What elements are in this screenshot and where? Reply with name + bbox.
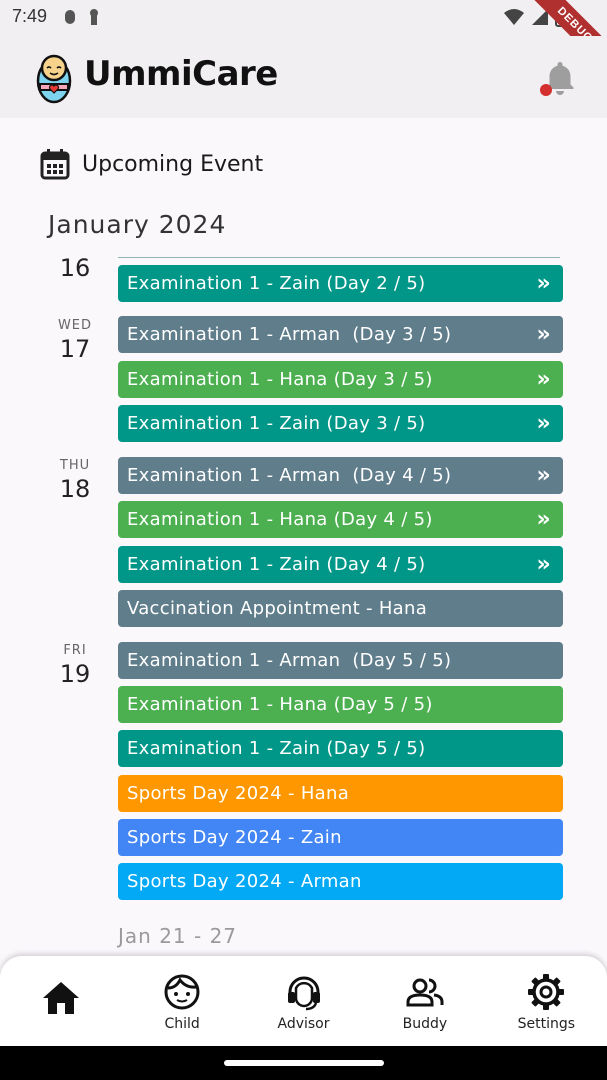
nav-home[interactable] <box>0 956 121 1046</box>
headset-icon <box>287 976 320 1011</box>
nav-advisor[interactable]: Advisor <box>243 956 364 1046</box>
app-bar: UmmiCare <box>0 36 607 118</box>
app-title: UmmiCare <box>84 54 278 94</box>
bottom-navigation: Child Advisor Buddy Settings <box>0 956 607 1046</box>
system-gesture-bar <box>0 1046 607 1080</box>
bell-icon <box>540 62 574 96</box>
wifi-icon <box>504 9 524 25</box>
day-number: 18 <box>59 475 91 503</box>
nav-label: Advisor <box>277 1016 330 1032</box>
event-item[interactable]: Sports Day 2024 - Hana <box>118 775 563 812</box>
chevron-right-icon: » <box>536 552 551 577</box>
nav-buddy[interactable]: Buddy <box>364 956 485 1046</box>
nav-label: Buddy <box>402 1016 448 1032</box>
nav-label: Child <box>164 1016 200 1032</box>
day-number: 17 <box>59 335 91 363</box>
notification-button[interactable] <box>540 58 580 98</box>
notification-dot <box>540 84 552 96</box>
day-label: 16 <box>40 252 110 282</box>
month-divider <box>118 257 560 258</box>
chevron-right-icon: » <box>536 507 551 532</box>
people-icon <box>406 978 444 1007</box>
nav-child[interactable]: Child <box>121 956 242 1046</box>
day-label: FRI 19 <box>40 643 110 688</box>
day-weekday: FRI <box>63 643 87 658</box>
event-item[interactable]: Examination 1 - Zain (Day 4 / 5) » <box>118 546 563 583</box>
event-label: Examination 1 - Arman (Day 4 / 5) <box>127 465 452 486</box>
notification-status-icon <box>65 10 75 24</box>
event-label: Vaccination Appointment - Hana <box>127 598 428 619</box>
nav-settings[interactable]: Settings <box>486 956 607 1046</box>
chevron-right-icon: » <box>536 271 551 296</box>
day-number: 19 <box>59 660 91 688</box>
event-item[interactable]: Examination 1 - Arman (Day 3 / 5) » <box>118 316 563 353</box>
baby-logo-icon <box>36 54 72 104</box>
event-label: Sports Day 2024 - Arman <box>127 871 362 892</box>
event-item[interactable]: Examination 1 - Hana (Day 4 / 5) » <box>118 501 563 538</box>
event-label: Examination 1 - Zain (Day 5 / 5) <box>127 738 426 759</box>
event-item[interactable]: Vaccination Appointment - Hana <box>118 590 563 627</box>
week-range-label[interactable]: Jan 21 - 27 <box>118 924 237 948</box>
chevron-right-icon: » <box>536 322 551 347</box>
event-label: Examination 1 - Zain (Day 2 / 5) <box>127 273 426 294</box>
month-title: January 2024 <box>48 210 227 239</box>
event-label: Examination 1 - Zain (Day 3 / 5) <box>127 413 426 434</box>
event-item[interactable]: Sports Day 2024 - Zain <box>118 819 563 856</box>
home-gesture-handle[interactable] <box>224 1060 384 1066</box>
day-number: 16 <box>59 254 91 282</box>
event-item[interactable]: Examination 1 - Hana (Day 5 / 5) <box>118 686 563 723</box>
status-bar: 7:49 DEBUG <box>0 0 607 76</box>
event-item[interactable]: Examination 1 - Zain (Day 3 / 5) » <box>118 405 563 442</box>
chevron-right-icon: » <box>536 411 551 436</box>
event-label: Examination 1 - Hana (Day 4 / 5) <box>127 509 433 530</box>
keyhole-status-icon <box>90 9 98 25</box>
chevron-right-icon: » <box>536 367 551 392</box>
event-item[interactable]: Examination 1 - Arman (Day 4 / 5) » <box>118 457 563 494</box>
status-icons-left <box>64 8 100 26</box>
event-label: Examination 1 - Hana (Day 5 / 5) <box>127 694 433 715</box>
day-weekday: WED <box>57 318 93 333</box>
gear-icon <box>528 974 565 1010</box>
event-label: Sports Day 2024 - Hana <box>127 783 350 804</box>
event-label: Examination 1 - Hana (Day 3 / 5) <box>127 369 433 390</box>
status-time: 7:49 <box>12 6 48 26</box>
event-label: Examination 1 - Arman (Day 3 / 5) <box>127 324 452 345</box>
day-weekday: THU <box>59 458 91 473</box>
home-icon <box>42 982 79 1014</box>
calendar-icon <box>40 149 70 180</box>
nav-label: Settings <box>517 1016 576 1032</box>
event-item[interactable]: Examination 1 - Arman (Day 5 / 5) <box>118 642 563 679</box>
event-label: Examination 1 - Arman (Day 5 / 5) <box>127 650 452 671</box>
chevron-right-icon: » <box>536 463 551 488</box>
section-header: Upcoming Event <box>40 148 263 180</box>
event-label: Sports Day 2024 - Zain <box>127 827 342 848</box>
child-face-icon <box>164 974 200 1010</box>
event-item[interactable]: Examination 1 - Hana (Day 3 / 5) » <box>118 361 563 398</box>
event-label: Examination 1 - Zain (Day 4 / 5) <box>127 554 426 575</box>
day-label: WED 17 <box>40 318 110 363</box>
event-item[interactable]: Examination 1 - Zain (Day 2 / 5) » <box>118 265 563 302</box>
event-item[interactable]: Examination 1 - Zain (Day 5 / 5) <box>118 730 563 767</box>
section-title: Upcoming Event <box>82 151 264 177</box>
day-label: THU 18 <box>40 458 110 503</box>
event-item[interactable]: Sports Day 2024 - Arman <box>118 863 563 900</box>
